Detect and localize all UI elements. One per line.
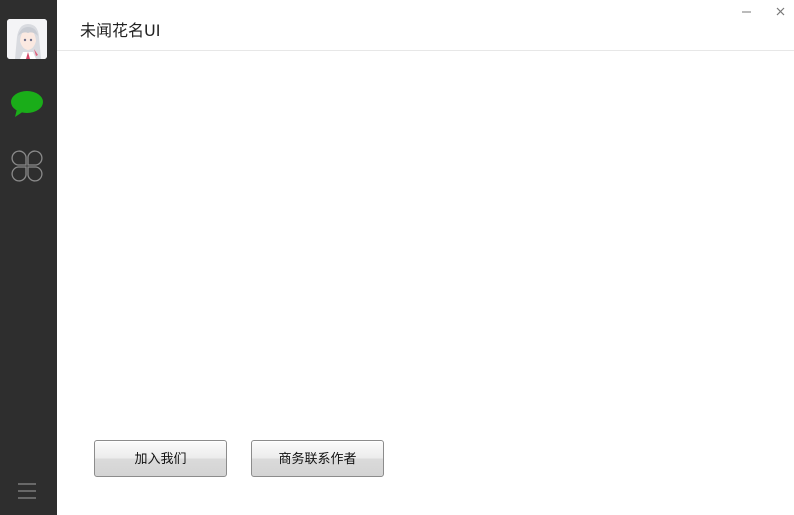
avatar[interactable] bbox=[7, 19, 47, 59]
apps-clover-icon bbox=[11, 150, 43, 182]
window-title: 未闻花名UI bbox=[80, 21, 161, 40]
chat-bubble-icon bbox=[11, 91, 43, 117]
close-icon bbox=[776, 7, 785, 16]
business-contact-button[interactable]: 商务联系作者 bbox=[251, 440, 384, 477]
app-window: 未闻花名UI 加入我们 商务联系作者 bbox=[0, 0, 794, 515]
title-bar: 未闻花名UI bbox=[57, 0, 794, 51]
sidebar-item-chat[interactable] bbox=[9, 88, 47, 122]
minimize-button[interactable] bbox=[735, 4, 757, 20]
sidebar-item-apps[interactable] bbox=[9, 148, 45, 184]
close-button[interactable] bbox=[770, 4, 792, 20]
main-content: 加入我们 商务联系作者 bbox=[57, 51, 794, 515]
hamburger-menu-icon[interactable] bbox=[15, 480, 39, 502]
join-us-button[interactable]: 加入我们 bbox=[94, 440, 227, 477]
minimize-icon bbox=[742, 11, 751, 13]
avatar-image bbox=[7, 19, 47, 59]
sidebar bbox=[0, 0, 57, 515]
